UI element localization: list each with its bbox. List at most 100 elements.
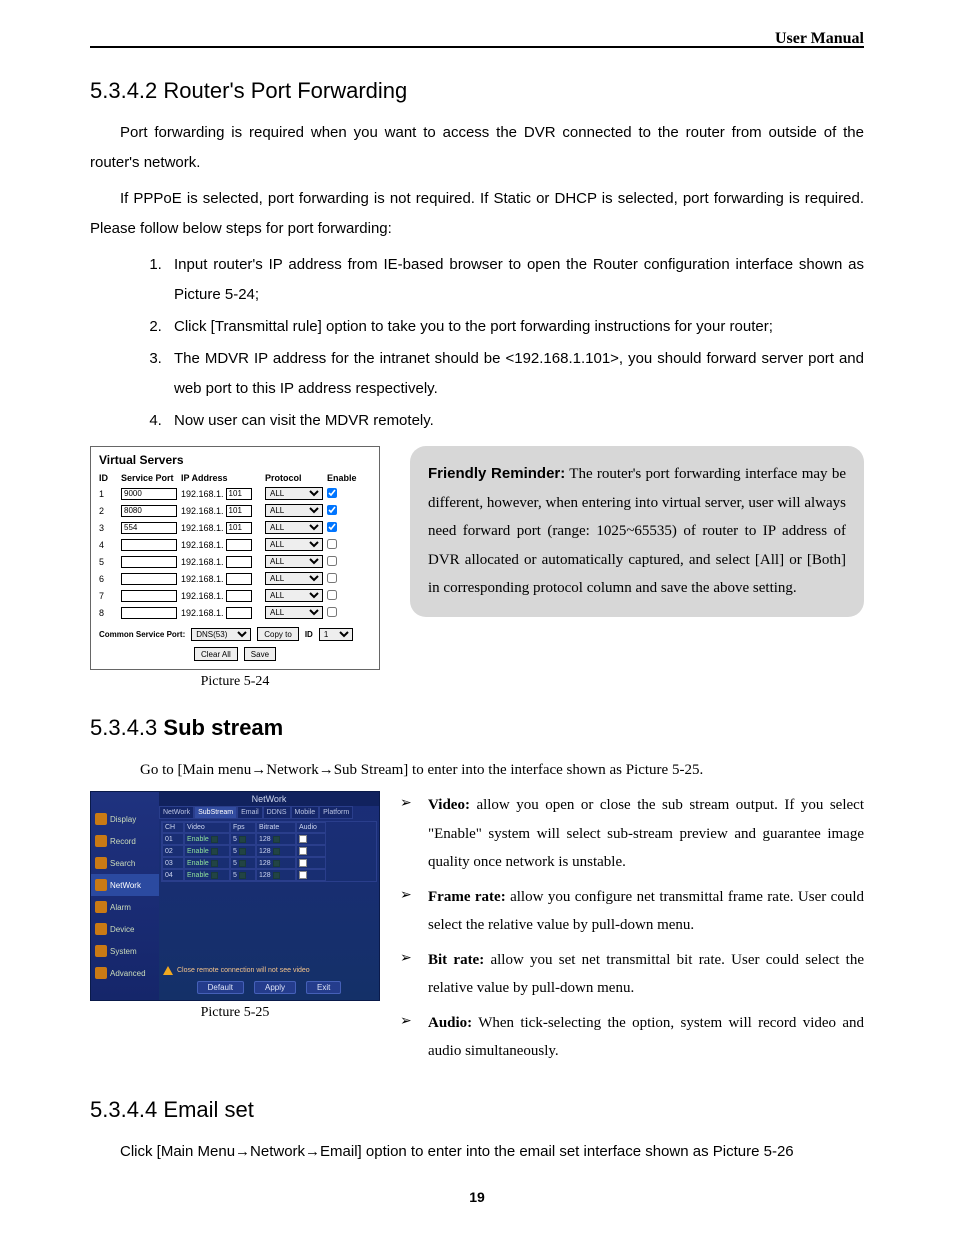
col-protocol: Protocol <box>265 473 323 483</box>
protocol-select[interactable]: ALL <box>265 504 323 517</box>
save-button[interactable]: Save <box>244 647 276 661</box>
sidebar-item-display[interactable]: Display <box>91 808 159 830</box>
service-port-input[interactable] <box>121 556 177 568</box>
ip-last-input[interactable] <box>226 488 252 500</box>
enable-checkbox[interactable] <box>327 607 337 617</box>
protocol-select[interactable]: ALL <box>265 521 323 534</box>
enable-checkbox[interactable] <box>327 505 337 515</box>
vs-row: 3192.168.1.ALL <box>99 521 371 534</box>
sidebar-item-search[interactable]: Search <box>91 852 159 874</box>
default-button[interactable]: Default <box>197 981 244 994</box>
sidebar-item-network[interactable]: NetWork <box>91 874 159 896</box>
substream-grid: CH Video Fps Bitrate Audio 01Enable 5 12… <box>161 821 377 882</box>
para-5342-2: If PPPoE is selected, port forwarding is… <box>90 184 864 244</box>
cell-bitrate[interactable]: 128 <box>256 833 296 845</box>
cell-audio[interactable] <box>296 833 326 845</box>
service-port-input[interactable] <box>121 522 177 534</box>
cell-fps[interactable]: 5 <box>230 857 256 869</box>
grid-head-bitrate: Bitrate <box>256 822 296 833</box>
tab-platform[interactable]: Platform <box>319 806 353 819</box>
sidebar-item-alarm[interactable]: Alarm <box>91 896 159 918</box>
protocol-select[interactable]: ALL <box>265 606 323 619</box>
reminder-title: Friendly Reminder: <box>428 465 565 482</box>
sidebar-item-system[interactable]: System <box>91 940 159 962</box>
ip-prefix: 192.168.1. <box>181 506 224 516</box>
protocol-select[interactable]: ALL <box>265 538 323 551</box>
clear-all-button[interactable]: Clear All <box>194 647 238 661</box>
tab-email[interactable]: Email <box>237 806 263 819</box>
service-port-input[interactable] <box>121 539 177 551</box>
cell-bitrate[interactable]: 128 <box>256 857 296 869</box>
dropdown-icon <box>273 836 280 843</box>
cell-video[interactable]: Enable <box>184 869 230 881</box>
ip-last-input[interactable] <box>226 505 252 517</box>
dropdown-icon <box>273 860 280 867</box>
protocol-select[interactable]: ALL <box>265 487 323 500</box>
enable-checkbox[interactable] <box>327 539 337 549</box>
heading-title: Email set <box>163 1097 253 1122</box>
substream-title: NetWork <box>159 792 379 806</box>
sidebar-item-record[interactable]: Record <box>91 830 159 852</box>
checkbox-icon <box>299 847 307 855</box>
cell-ch: 03 <box>162 857 184 869</box>
sidebar-item-advanced[interactable]: Advanced <box>91 962 159 984</box>
bullet-icon: ➢ <box>400 1009 416 1066</box>
service-port-input[interactable] <box>121 607 177 619</box>
service-port-input[interactable] <box>121 573 177 585</box>
enable-checkbox[interactable] <box>327 573 337 583</box>
sidebar-item-device[interactable]: Device <box>91 918 159 940</box>
service-port-input[interactable] <box>121 505 177 517</box>
tab-mobile[interactable]: Mobile <box>291 806 320 819</box>
exit-button[interactable]: Exit <box>306 981 341 994</box>
cell-video[interactable]: Enable <box>184 857 230 869</box>
enable-checkbox[interactable] <box>327 590 337 600</box>
ip-last-input[interactable] <box>226 607 252 619</box>
protocol-select[interactable]: ALL <box>265 555 323 568</box>
ip-last-input[interactable] <box>226 573 252 585</box>
cell-audio[interactable] <box>296 857 326 869</box>
cell-audio[interactable] <box>296 845 326 857</box>
tab-ddns[interactable]: DDNS <box>263 806 291 819</box>
ip-last-input[interactable] <box>226 522 252 534</box>
ip-last-input[interactable] <box>226 539 252 551</box>
col-ip: IP Address <box>181 473 261 483</box>
csp-select[interactable]: DNS(53) <box>191 628 251 641</box>
sidebar-label: System <box>110 947 137 956</box>
grid-row: 04Enable 5 128 <box>162 869 376 881</box>
cell-fps[interactable]: 5 <box>230 845 256 857</box>
substream-bullets: ➢Video: allow you open or close the sub … <box>400 791 864 1072</box>
copyto-id-select[interactable]: 1 <box>319 628 353 641</box>
ip-last-input[interactable] <box>226 556 252 568</box>
cell-video[interactable]: Enable <box>184 845 230 857</box>
grid-head-video: Video <box>184 822 230 833</box>
apply-button[interactable]: Apply <box>254 981 296 994</box>
cell-bitrate[interactable]: 128 <box>256 869 296 881</box>
heading-title: Sub stream <box>163 715 283 740</box>
tab-network[interactable]: NetWork <box>159 806 194 819</box>
vs-row: 2192.168.1.ALL <box>99 504 371 517</box>
bullet-framerate: ➢Frame rate: allow you configure net tra… <box>400 883 864 940</box>
heading-5344: 5.3.4.4 Email set <box>90 1097 864 1123</box>
service-port-input[interactable] <box>121 488 177 500</box>
substream-warning: Close remote connection will not see vid… <box>159 964 379 977</box>
cell-fps[interactable]: 5 <box>230 869 256 881</box>
picture-5-25-block: DisplayRecordSearchNetWorkAlarmDeviceSys… <box>90 791 380 1021</box>
cell-fps[interactable]: 5 <box>230 833 256 845</box>
enable-checkbox[interactable] <box>327 522 337 532</box>
cell-audio[interactable] <box>296 869 326 881</box>
page-number: 19 <box>0 1189 954 1205</box>
substream-panel: DisplayRecordSearchNetWorkAlarmDeviceSys… <box>90 791 380 1001</box>
cell-bitrate[interactable]: 128 <box>256 845 296 857</box>
enable-checkbox[interactable] <box>327 556 337 566</box>
copy-to-button[interactable]: Copy to <box>257 627 299 641</box>
caption-5-25: Picture 5-25 <box>90 1005 380 1021</box>
grid-head-audio: Audio <box>296 822 326 833</box>
tab-substream[interactable]: SubStream <box>194 806 237 819</box>
ip-last-input[interactable] <box>226 590 252 602</box>
bullet-icon: ➢ <box>400 883 416 940</box>
service-port-input[interactable] <box>121 590 177 602</box>
protocol-select[interactable]: ALL <box>265 572 323 585</box>
enable-checkbox[interactable] <box>327 488 337 498</box>
protocol-select[interactable]: ALL <box>265 589 323 602</box>
cell-video[interactable]: Enable <box>184 833 230 845</box>
